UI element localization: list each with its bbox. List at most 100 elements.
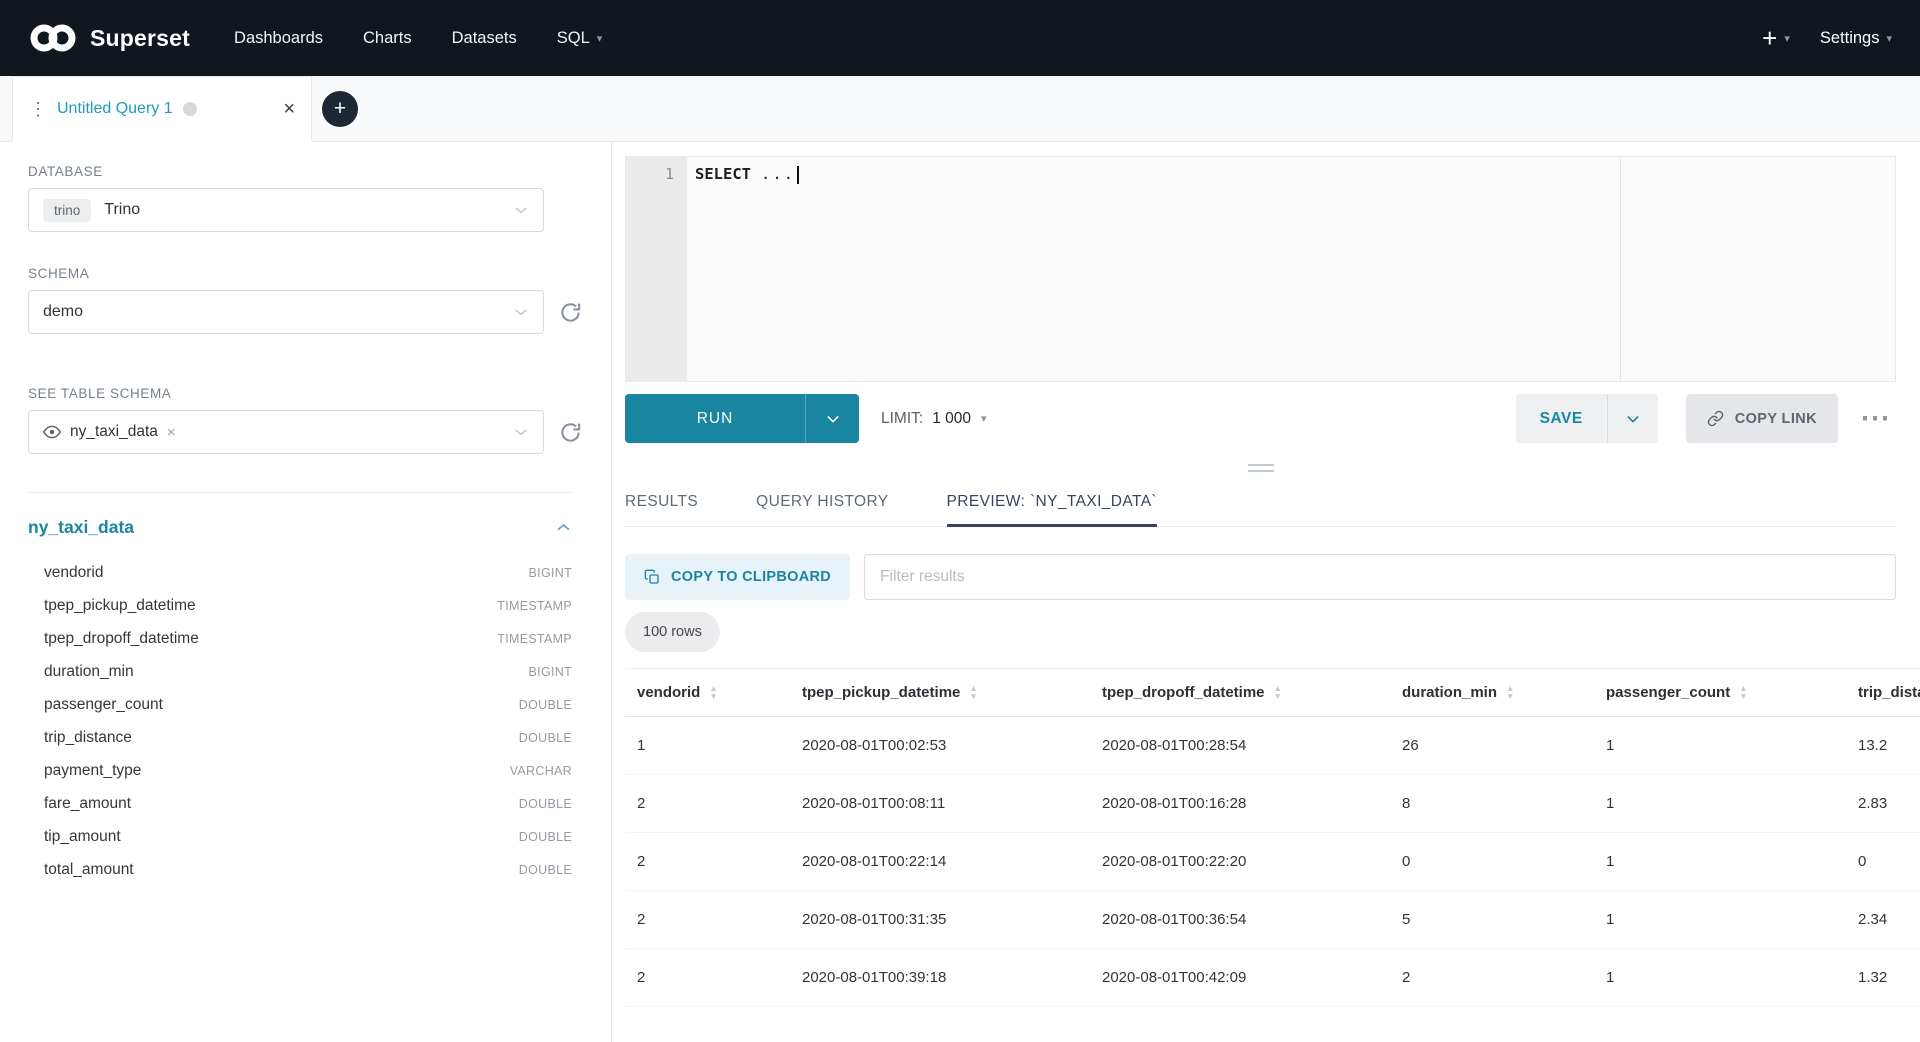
schema-column-row[interactable]: fare_amountDOUBLE <box>28 787 572 820</box>
schema-column-row[interactable]: passenger_countDOUBLE <box>28 688 572 721</box>
nav-item-charts[interactable]: Charts <box>363 29 412 48</box>
column-header-duration_min[interactable]: duration_min ▲▼ <box>1390 669 1594 717</box>
save-button[interactable]: SAVE <box>1516 394 1607 443</box>
drag-handle-icon[interactable]: ⋮ <box>29 100 47 118</box>
column-type: TIMESTAMP <box>497 599 572 613</box>
run-options-button[interactable] <box>805 394 859 443</box>
column-type: TIMESTAMP <box>497 632 572 646</box>
column-name: vendorid <box>44 564 103 582</box>
table-cell: 2 <box>1390 949 1594 1007</box>
chevron-down-icon <box>1625 411 1641 427</box>
nav-item-dashboards[interactable]: Dashboards <box>234 29 323 48</box>
table-cell: 0 <box>1390 833 1594 891</box>
column-header-label: vendorid <box>637 684 700 701</box>
schema-column-row[interactable]: tip_amountDOUBLE <box>28 820 572 853</box>
remove-table-icon[interactable]: × <box>167 424 176 441</box>
column-header-passenger_count[interactable]: passenger_count▲▼ <box>1594 669 1846 717</box>
table-cell: 2 <box>625 949 790 1007</box>
column-header-tpep_dropoff_datetime[interactable]: tpep_dropoff_datetime▲▼ <box>1090 669 1390 717</box>
copy-to-clipboard-label: COPY TO CLIPBOARD <box>671 569 831 585</box>
column-name: payment_type <box>44 762 141 780</box>
column-type: BIGINT <box>529 566 572 580</box>
schema-select[interactable]: demo <box>28 290 544 334</box>
query-tab-label: Untitled Query 1 <box>57 100 173 118</box>
eye-icon[interactable] <box>43 423 61 441</box>
result-tab-results[interactable]: RESULTS <box>625 493 698 526</box>
table-cell: 1 <box>1594 833 1846 891</box>
limit-dropdown[interactable]: LIMIT: 1 000 ▾ <box>881 410 987 428</box>
new-item-button[interactable]: + ▾ <box>1762 25 1790 51</box>
nav-item-datasets[interactable]: Datasets <box>452 29 517 48</box>
link-icon <box>1707 410 1724 427</box>
navbar: Superset Dashboards Charts Datasets SQL▾ + … <box>0 0 1920 76</box>
run-button[interactable]: RUN <box>625 394 805 443</box>
table-cell: 2020-08-01T00:28:54 <box>1090 717 1390 775</box>
query-tab-untitled-query-1[interactable]: ⋮ Untitled Query 1 × <box>12 76 312 142</box>
editor-toolbar: RUN LIMIT: 1 000 ▾ SAVE COPY LINK <box>625 394 1896 443</box>
result-tab-preview-ny-taxi-data[interactable]: PREVIEW: `NY_TAXI_DATA` <box>947 493 1157 526</box>
copy-to-clipboard-button[interactable]: COPY TO CLIPBOARD <box>625 554 850 600</box>
schema-column-row[interactable]: total_amountDOUBLE <box>28 853 572 886</box>
column-name: passenger_count <box>44 696 163 714</box>
column-name: tpep_dropoff_datetime <box>44 630 199 648</box>
table-refresh-button[interactable] <box>559 421 582 444</box>
column-header-label: duration_min <box>1402 684 1497 701</box>
add-tab-button[interactable]: + <box>322 91 358 127</box>
chevron-down-icon <box>513 424 529 440</box>
copy-link-label: COPY LINK <box>1735 411 1817 427</box>
table-select-value: ny_taxi_data <box>70 423 158 441</box>
sort-down-icon: ▼ <box>1739 693 1747 701</box>
column-type: BIGINT <box>529 665 572 679</box>
database-select[interactable]: trino Trino <box>28 188 544 232</box>
table-select[interactable]: ny_taxi_data × <box>28 410 544 454</box>
results-header-row: vendorid▲▼tpep_pickup_datetime▲▼tpep_dro… <box>625 669 1920 717</box>
editor-gutter: 1 <box>626 157 687 381</box>
column-header-inner: tpep_pickup_datetime▲▼ <box>802 684 1078 701</box>
column-header-trip_distance[interactable]: trip_distance▲▼ <box>1846 669 1920 717</box>
sidebar: DATABASE trino Trino SCHEMA demo SEE TAB… <box>0 142 612 1042</box>
sql-editor[interactable]: 1 SELECT... <box>625 156 1896 382</box>
column-name: tpep_pickup_datetime <box>44 597 196 615</box>
editor-code-area[interactable]: SELECT... <box>687 157 1895 381</box>
schema-refresh-button[interactable] <box>559 301 582 324</box>
copy-link-button[interactable]: COPY LINK <box>1686 394 1838 443</box>
sort-icon[interactable]: ▲▼ <box>1506 685 1514 700</box>
column-header-vendorid[interactable]: vendorid ▲▼ <box>625 669 790 717</box>
table-cell: 2020-08-01T00:16:28 <box>1090 775 1390 833</box>
navbar-menu: Dashboards Charts Datasets SQL▾ <box>234 0 642 76</box>
more-options-button[interactable]: ⋯ <box>1854 404 1896 434</box>
result-tabs: RESULTS QUERY HISTORY PREVIEW: `NY_TAXI_DA… <box>625 493 1896 527</box>
sort-icon[interactable]: ▲▼ <box>1739 685 1747 700</box>
nav-item-sql[interactable]: SQL▾ <box>557 29 603 48</box>
schema-column-row[interactable]: trip_distanceDOUBLE <box>28 721 572 754</box>
results-table-container[interactable]: vendorid▲▼tpep_pickup_datetime▲▼tpep_dro… <box>625 668 1920 1007</box>
column-header-tpep_pickup_datetime[interactable]: tpep_pickup_datetime▲▼ <box>790 669 1090 717</box>
results-table: vendorid▲▼tpep_pickup_datetime▲▼tpep_dro… <box>625 668 1920 1007</box>
sort-icon[interactable]: ▲▼ <box>709 685 717 700</box>
sort-down-icon: ▼ <box>969 693 977 701</box>
sort-icon[interactable]: ▲▼ <box>1274 685 1282 700</box>
schema-column-row[interactable]: vendorid BIGINT <box>28 556 572 589</box>
text-cursor <box>797 166 799 184</box>
column-type: DOUBLE <box>519 797 572 811</box>
schema-column-row[interactable]: payment_typeVARCHAR <box>28 754 572 787</box>
refresh-icon <box>559 421 582 444</box>
schema-column-row[interactable]: tpep_pickup_datetime TIMESTAMP <box>28 589 572 622</box>
schema-column-row[interactable]: duration_minBIGINT <box>28 655 572 688</box>
filter-results-input[interactable] <box>864 554 1896 600</box>
sort-icon[interactable]: ▲▼ <box>969 685 977 700</box>
close-tab-icon[interactable]: × <box>283 99 295 119</box>
chevron-up-icon[interactable] <box>555 519 572 536</box>
save-options-button[interactable] <box>1607 394 1658 443</box>
schema-column-row[interactable]: tpep_dropoff_datetime TIMESTAMP <box>28 622 572 655</box>
query-tabstrip: ⋮ Untitled Query 1 × + <box>0 76 1920 142</box>
pane-splitter[interactable] <box>625 443 1896 493</box>
brand[interactable]: Superset <box>28 22 190 54</box>
sort-down-icon: ▼ <box>1274 693 1282 701</box>
table-cell: 2.83 <box>1846 775 1920 833</box>
result-tab-query-history[interactable]: QUERY HISTORY <box>756 493 888 526</box>
table-schema-panel-header[interactable]: ny_taxi_data <box>28 517 572 538</box>
settings-menu[interactable]: Settings ▾ <box>1820 29 1892 48</box>
table-cell: 26 <box>1390 717 1594 775</box>
navbar-right: + ▾ Settings ▾ <box>1762 25 1892 51</box>
